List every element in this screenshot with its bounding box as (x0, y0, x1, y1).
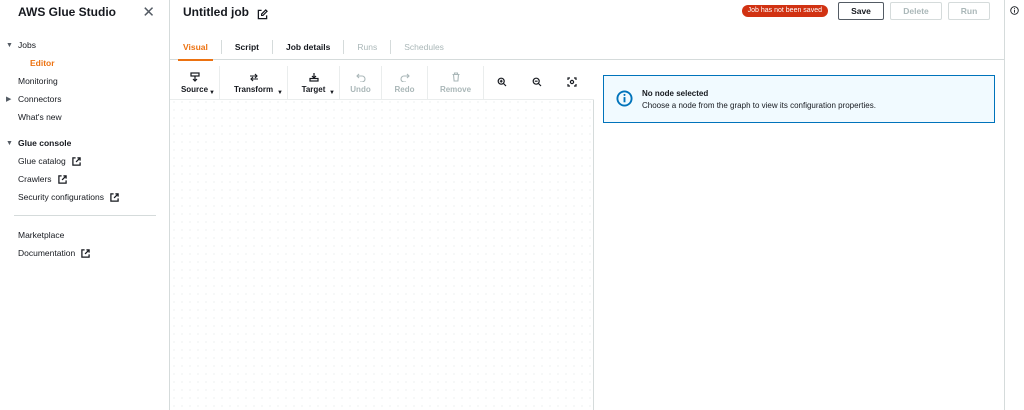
undo-icon (355, 73, 365, 82)
graph-toolbar: Source ▼ Transform ▼ Target ▼ Undo Redo … (170, 66, 594, 100)
transform-label: Transform (233, 85, 274, 94)
sidebar-nav: ▼ Jobs Editor Monitoring ▶ Connectors Wh… (0, 36, 170, 262)
alert-description: Choose a node from the graph to view its… (642, 101, 876, 110)
trash-icon (452, 72, 459, 82)
sidebar-item-editor[interactable]: Editor (0, 54, 170, 72)
edit-icon[interactable] (257, 7, 268, 19)
sidebar-item-label: Glue catalog (18, 156, 66, 166)
zoom-out-button[interactable] (520, 66, 554, 100)
target-button[interactable]: Target ▼ (288, 66, 340, 100)
job-header: Untitled job Job has not been saved Save… (170, 0, 1004, 24)
job-tabs: Visual Script Job details Runs Schedules (170, 34, 1004, 61)
dropdown-icon: ▼ (209, 90, 215, 96)
zoom-in-icon (497, 77, 507, 86)
external-link-icon (110, 192, 119, 202)
info-alert: No node selected Choose a node from the … (603, 75, 995, 123)
sidebar-section-label: Glue console (18, 138, 72, 148)
tab-runs[interactable]: Runs (344, 39, 392, 54)
tab-job-details[interactable]: Job details (273, 39, 345, 54)
sidebar-item-monitoring[interactable]: Monitoring (0, 72, 170, 90)
dropdown-icon: ▼ (277, 90, 283, 96)
source-label: Source (180, 85, 209, 94)
fit-view-button[interactable] (554, 66, 590, 100)
transform-icon (249, 73, 258, 82)
dropdown-icon: ▼ (329, 90, 335, 96)
sidebar-item-whats-new[interactable]: What's new (0, 108, 170, 126)
tab-schedules[interactable]: Schedules (391, 40, 457, 54)
undo-label: Undo (350, 85, 371, 94)
side-navigation: AWS Glue Studio ✕ ▼ Jobs Editor Monitori… (0, 0, 170, 410)
sidebar-item-jobs[interactable]: ▼ Jobs (0, 36, 170, 54)
graph-canvas[interactable]: Source ▼ Transform ▼ Target ▼ Undo Redo … (170, 66, 594, 410)
app-title: AWS Glue Studio (18, 5, 116, 19)
redo-label: Redo (394, 85, 415, 94)
sidebar-header: AWS Glue Studio ✕ (0, 0, 169, 24)
sidebar-item-label: Jobs (18, 40, 36, 50)
sidebar-item-label: Editor (30, 58, 55, 68)
tab-visual[interactable]: Visual (170, 39, 222, 61)
job-title: Untitled job (183, 5, 249, 19)
info-icon[interactable] (1010, 2, 1020, 15)
sidebar-item-label: What's new (18, 112, 62, 122)
close-icon[interactable]: ✕ (142, 5, 155, 20)
sidebar-divider (14, 215, 156, 216)
alert-content: No node selected Choose a node from the … (642, 89, 876, 110)
target-label: Target (301, 85, 326, 94)
transform-button[interactable]: Transform ▼ (220, 66, 288, 100)
unsaved-status-badge: Job has not been saved (741, 5, 828, 17)
zoom-in-button[interactable] (484, 66, 520, 100)
alert-title: No node selected (642, 89, 709, 98)
sidebar-item-label: Marketplace (18, 230, 65, 240)
run-button[interactable]: Run (948, 2, 990, 20)
caret-right-icon: ▶ (6, 96, 12, 103)
sidebar-item-connectors[interactable]: ▶ Connectors (0, 90, 170, 108)
external-link-icon (57, 174, 67, 184)
sidebar-item-label: Crawlers (18, 174, 52, 184)
redo-icon (400, 73, 410, 82)
sidebar-item-label: Monitoring (18, 76, 58, 86)
external-link-icon (81, 248, 90, 258)
target-icon (308, 73, 319, 82)
sidebar-item-marketplace[interactable]: Marketplace (0, 226, 170, 244)
fit-view-icon (567, 76, 577, 87)
sidebar-section-glue-console[interactable]: ▼ Glue console (0, 134, 170, 152)
zoom-out-icon (532, 77, 542, 86)
sidebar-item-glue-catalog[interactable]: Glue catalog (0, 152, 170, 170)
info-icon (616, 90, 633, 107)
source-icon (189, 72, 200, 82)
remove-button[interactable]: Remove (428, 66, 484, 100)
sidebar-item-documentation[interactable]: Documentation (0, 244, 170, 262)
sidebar-item-security-configurations[interactable]: Security configurations (0, 188, 170, 206)
source-button[interactable]: Source ▼ (170, 66, 220, 100)
remove-label: Remove (439, 85, 472, 94)
save-button[interactable]: Save (838, 2, 884, 20)
external-link-icon (72, 156, 81, 166)
sidebar-item-label: Security configurations (18, 192, 104, 202)
delete-button[interactable]: Delete (890, 2, 942, 20)
tab-script[interactable]: Script (222, 39, 273, 54)
caret-down-icon: ▼ (6, 41, 13, 49)
job-actions: Job has not been saved Save Delete Run (741, 2, 990, 20)
sidebar-item-label: Documentation (18, 248, 76, 258)
redo-button[interactable]: Redo (382, 66, 428, 100)
sidebar-item-label: Connectors (18, 94, 62, 104)
sidebar-item-crawlers[interactable]: Crawlers (0, 170, 170, 188)
undo-button[interactable]: Undo (340, 66, 382, 100)
caret-down-icon: ▼ (6, 139, 13, 147)
node-properties-panel: No node selected Choose a node from the … (595, 66, 1004, 410)
help-rail (1004, 0, 1024, 410)
